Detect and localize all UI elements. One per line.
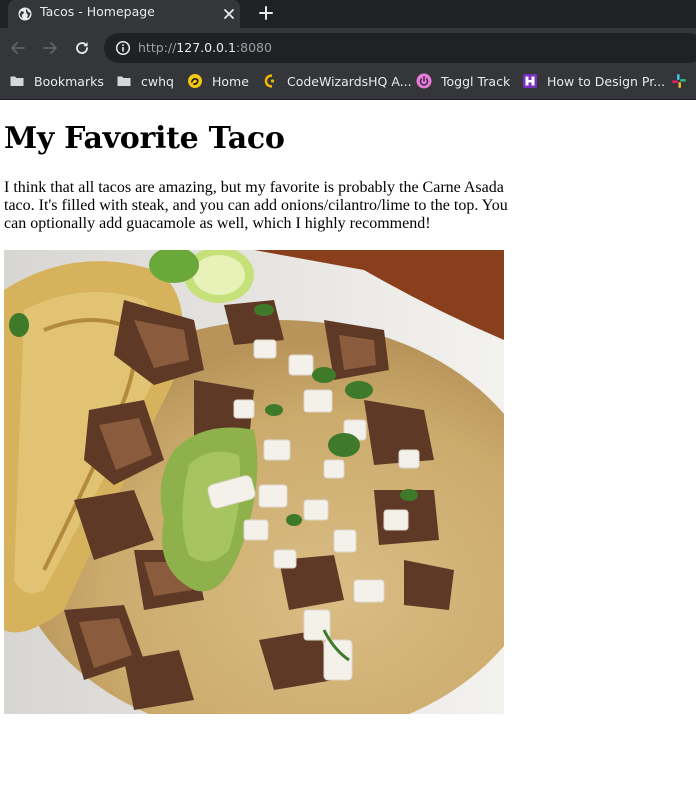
toggl-favicon-icon xyxy=(416,73,432,89)
browser-toolbar: http://127.0.0.1:8080 xyxy=(0,28,696,68)
bookmark-label: cwhq xyxy=(141,73,174,89)
bookmark-cwhq[interactable]: cwhq xyxy=(116,68,174,94)
tab-strip: Tacos - Homepage xyxy=(0,0,696,28)
page-title: My Favorite Taco xyxy=(4,121,285,156)
bookmark-toggl-track[interactable]: Toggl Track xyxy=(416,68,510,94)
bookmarks-bar: Bookmarks cwhq Home CodeWizardsHQ A... T… xyxy=(0,68,696,100)
url-port: :8080 xyxy=(235,40,272,55)
new-tab-icon[interactable] xyxy=(257,4,275,22)
info-icon[interactable] xyxy=(115,40,131,56)
bookmark-label: Home xyxy=(212,73,249,89)
bookmark-bookmarks[interactable]: Bookmarks xyxy=(9,68,104,94)
forward-arrow-icon[interactable] xyxy=(40,38,60,58)
bookmark-label: How to Design Pr... xyxy=(547,73,666,89)
home-favicon-icon xyxy=(188,74,202,88)
tab-title: Tacos - Homepage xyxy=(40,4,155,19)
url-text[interactable]: http://127.0.0.1:8080 xyxy=(138,40,272,55)
back-arrow-icon[interactable] xyxy=(8,38,28,58)
page-content: My Favorite Taco I think that all tacos … xyxy=(0,100,696,792)
bookmark-label: Toggl Track xyxy=(441,73,511,89)
design-favicon-icon xyxy=(523,74,537,88)
close-icon[interactable] xyxy=(221,6,237,22)
url-host: 127.0.0.1 xyxy=(176,40,236,55)
globe-icon xyxy=(18,7,32,21)
bookmark-codewizardshq[interactable]: CodeWizardsHQ A... xyxy=(262,68,412,94)
bookmark-how-to-design[interactable]: How to Design Pr... xyxy=(522,68,665,94)
bookmark-label: Bookmarks xyxy=(34,73,104,89)
url-scheme: http:// xyxy=(138,40,177,55)
tab-tacos-homepage[interactable]: Tacos - Homepage xyxy=(8,0,240,28)
intro-paragraph: I think that all tacos are amazing, but … xyxy=(4,179,508,232)
reload-icon[interactable] xyxy=(72,38,92,58)
folder-icon xyxy=(10,76,24,86)
codewizards-favicon-icon xyxy=(264,74,275,88)
bookmark-label: CodeWizardsHQ A... xyxy=(287,73,412,89)
carne-asada-taco-image xyxy=(4,250,504,714)
folder-icon xyxy=(117,76,131,86)
slack-favicon-icon[interactable] xyxy=(671,73,687,89)
address-bar[interactable]: http://127.0.0.1:8080 xyxy=(104,33,696,63)
bookmark-home[interactable]: Home xyxy=(187,68,249,94)
